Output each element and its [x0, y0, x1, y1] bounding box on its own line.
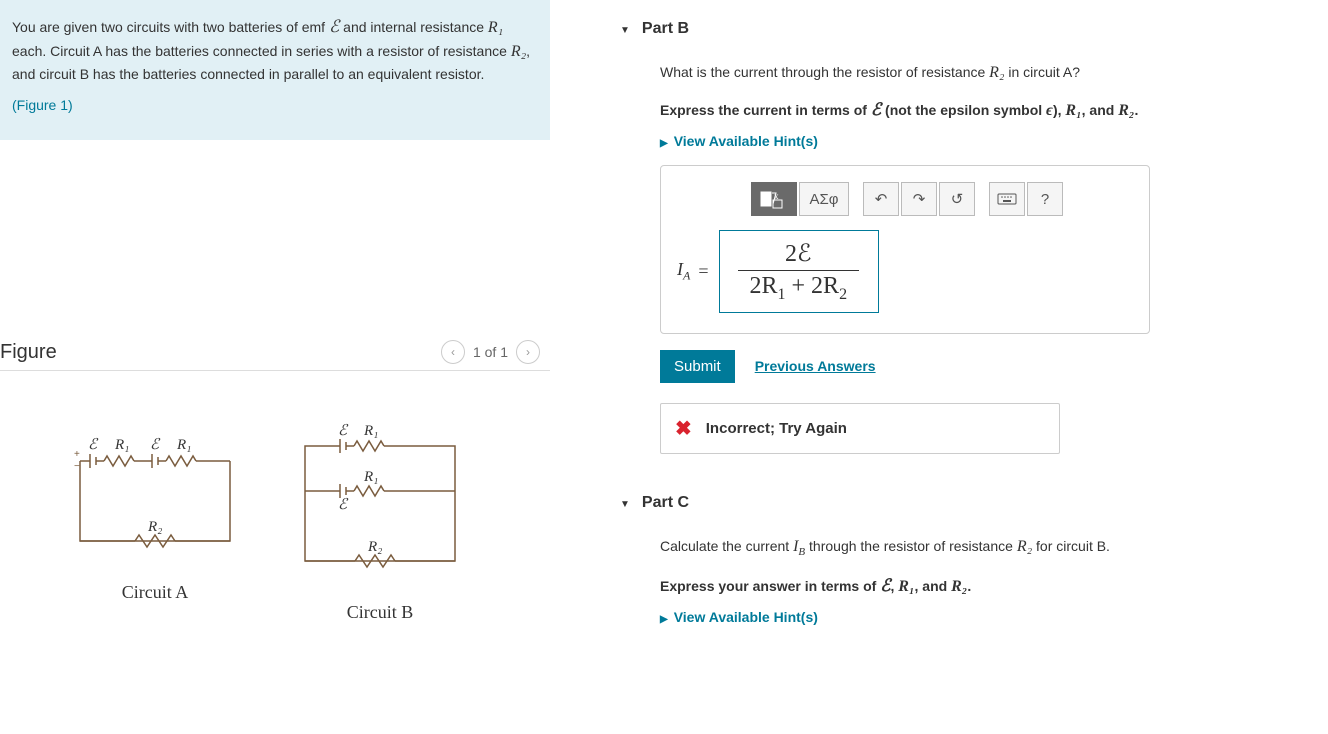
previous-answers-link[interactable]: Previous Answers: [755, 358, 876, 374]
redo-button[interactable]: ↷: [901, 182, 937, 216]
circuit-b-label: Circuit B: [280, 602, 480, 623]
svg-text:R₁: R₁: [363, 469, 378, 485]
problem-statement: You are given two circuits with two batt…: [0, 0, 550, 140]
part-c-title: Part C: [642, 494, 689, 512]
part-b-section: Part B What is the current through the r…: [620, 20, 1328, 454]
submit-button[interactable]: Submit: [660, 350, 735, 383]
svg-text:R₁: R₁: [363, 423, 378, 439]
svg-text:−: −: [74, 461, 80, 472]
svg-text:R₂: R₂: [367, 539, 382, 555]
circuit-b-diagram: ℰ R₁ R₁ ℰ R₂ Circuit B: [280, 421, 480, 623]
symbol-r1: R₁: [488, 19, 503, 36]
symbol-r2: R₂: [511, 43, 526, 60]
figure-title: Figure: [0, 341, 57, 364]
svg-text:R₂: R₂: [147, 519, 162, 535]
problem-text: each. Circuit A has the batteries connec…: [12, 43, 511, 59]
keyboard-button[interactable]: [989, 182, 1025, 216]
svg-text:+: +: [74, 449, 80, 460]
svg-text:ℰ: ℰ: [150, 437, 161, 453]
svg-text:ℰ: ℰ: [88, 437, 99, 453]
figure-pager: ‹ 1 of 1 ›: [441, 340, 540, 364]
answer-input[interactable]: 2ℰ 2R1 + 2R2: [719, 230, 879, 313]
part-b-header[interactable]: Part B: [620, 20, 1328, 42]
feedback-text: Incorrect; Try Again: [706, 420, 847, 437]
undo-button[interactable]: ↶: [863, 182, 899, 216]
svg-text:ℰ: ℰ: [338, 497, 349, 513]
reset-button[interactable]: ↺: [939, 182, 975, 216]
figure-link[interactable]: (Figure 1): [12, 97, 73, 113]
part-b-question: What is the current through the resistor…: [660, 60, 1328, 86]
figure-page-indicator: 1 of 1: [473, 344, 508, 360]
svg-text:R₁: R₁: [176, 437, 191, 453]
incorrect-icon: ✖: [675, 416, 692, 441]
feedback-box: ✖ Incorrect; Try Again: [660, 403, 1060, 454]
figure-header: Figure ‹ 1 of 1 ›: [0, 340, 550, 371]
problem-text: You are given two circuits with two batt…: [12, 19, 329, 35]
figure-prev-button[interactable]: ‹: [441, 340, 465, 364]
chevron-right-icon: [660, 609, 668, 625]
circuit-a-label: Circuit A: [60, 582, 250, 603]
part-b-title: Part B: [642, 20, 689, 38]
collapse-icon: [620, 20, 630, 38]
greek-button[interactable]: ΑΣφ: [799, 182, 849, 216]
figure-next-button[interactable]: ›: [516, 340, 540, 364]
equation-toolbar: x ΑΣφ ↶ ↷ ↺ ?: [751, 182, 1129, 216]
collapse-icon: [620, 494, 630, 512]
part-c-question: Calculate the current IB through the res…: [660, 534, 1328, 562]
hints-toggle[interactable]: View Available Hint(s): [660, 133, 1328, 149]
answer-lhs: IA: [677, 259, 690, 284]
equals-sign: =: [698, 261, 708, 282]
figure-area: ℰ R₁ ℰ R₁ R₂ +− Circuit A: [0, 371, 550, 623]
problem-text: and internal resistance: [339, 19, 488, 35]
help-button[interactable]: ?: [1027, 182, 1063, 216]
hints-toggle[interactable]: View Available Hint(s): [660, 609, 1328, 625]
chevron-right-icon: [660, 133, 668, 149]
templates-button[interactable]: x: [751, 182, 797, 216]
svg-text:ℰ: ℰ: [338, 423, 349, 439]
part-c-header[interactable]: Part C: [620, 494, 1328, 516]
symbol-emf: ℰ: [329, 17, 339, 36]
part-b-instruction: Express the current in terms of ℰ (not t…: [660, 96, 1328, 124]
svg-text:R₁: R₁: [114, 437, 129, 453]
part-c-instruction: Express your answer in terms of ℰ, R₁, a…: [660, 572, 1328, 600]
answer-panel: x ΑΣφ ↶ ↷ ↺ ? IA: [660, 165, 1150, 334]
circuit-a-diagram: ℰ R₁ ℰ R₁ R₂ +− Circuit A: [60, 421, 250, 623]
part-c-section: Part C Calculate the current IB through …: [620, 494, 1328, 625]
